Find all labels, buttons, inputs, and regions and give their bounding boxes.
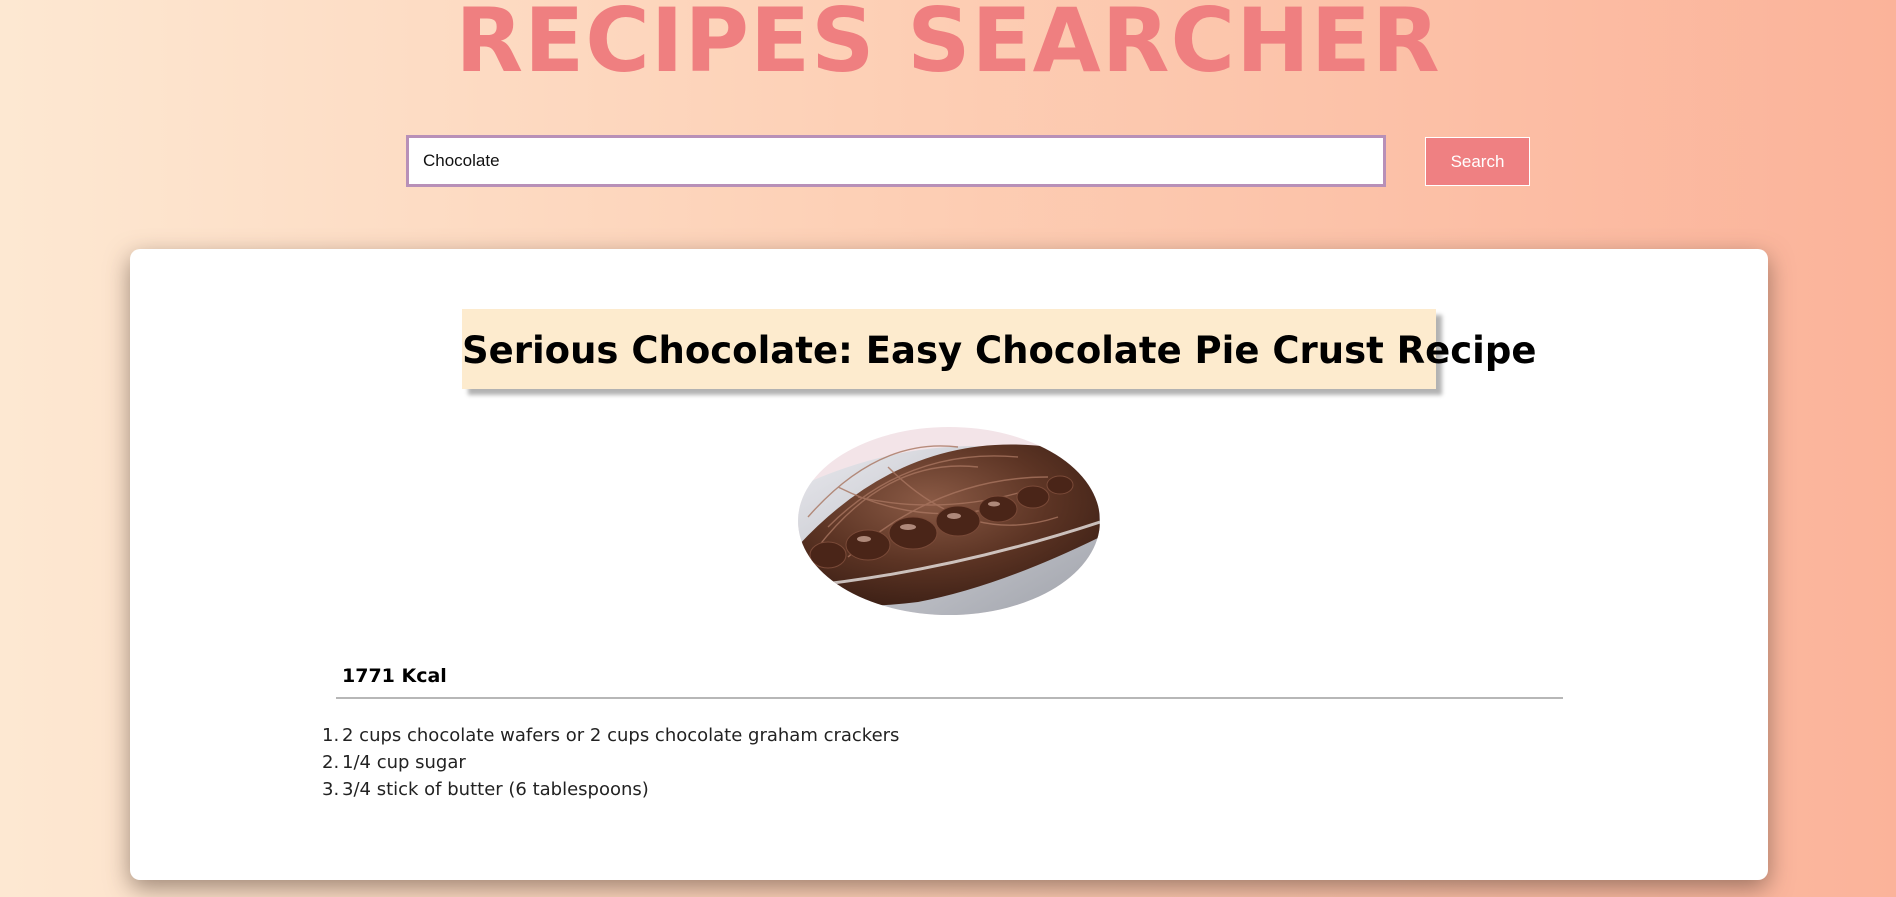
recipe-title: Serious Chocolate: Easy Chocolate Pie Cr… — [462, 309, 1536, 389]
recipe-image — [798, 427, 1100, 615]
ingredient-text: 3/4 stick of butter (6 tablespoons) — [342, 779, 649, 800]
divider — [336, 697, 1563, 699]
calories-label: 1771 Kcal — [342, 665, 447, 687]
ingredients-list: 1. 2 cups chocolate wafers or 2 cups choc… — [322, 722, 899, 803]
ingredient-number: 1. — [322, 725, 340, 746]
ingredient-item: 2. 1/4 cup sugar — [322, 749, 899, 776]
ingredient-number: 2. — [322, 752, 340, 773]
search-button[interactable]: Search — [1425, 137, 1530, 186]
ingredient-number: 3. — [322, 779, 340, 800]
search-input[interactable] — [406, 135, 1386, 187]
ingredient-text: 2 cups chocolate wafers or 2 cups chocol… — [342, 725, 900, 746]
app-title: RECIPES SEARCHER — [455, 0, 1441, 92]
ingredient-item: 3. 3/4 stick of butter (6 tablespoons) — [322, 776, 899, 803]
ingredient-item: 1. 2 cups chocolate wafers or 2 cups choc… — [322, 722, 899, 749]
ingredient-text: 1/4 cup sugar — [342, 752, 466, 773]
